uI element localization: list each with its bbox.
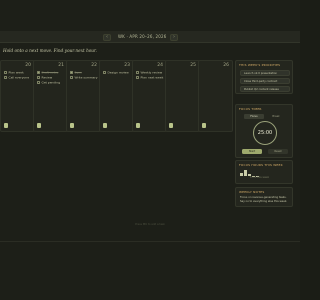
day-column[interactable]: 22 Sync Write summary xyxy=(66,60,101,132)
task-item[interactable]: Plan next week xyxy=(136,76,163,80)
priority-item[interactable]: Launch v2.0 presentation xyxy=(240,70,290,76)
focus-hours-bars xyxy=(240,169,260,176)
task-label: Draft notes xyxy=(41,70,59,75)
task-label: Plan next week xyxy=(140,75,164,80)
add-task-button[interactable] xyxy=(202,123,206,128)
task-item[interactable]: Plan week xyxy=(4,71,24,75)
task-checkbox[interactable] xyxy=(37,76,40,79)
day-column[interactable]: 20 Plan week Call everyone xyxy=(0,60,35,132)
focus-hours-bar xyxy=(240,172,243,176)
day-number: 26 xyxy=(223,63,229,68)
priority-item[interactable]: Close third-party contract xyxy=(240,78,290,84)
start-timer-button[interactable]: Start xyxy=(242,149,262,154)
task-label: Call everyone xyxy=(8,75,30,80)
focus-timer-panel: FOCUS TIMER Focus Break 25:00 Start Rese… xyxy=(235,104,293,158)
add-task-button[interactable] xyxy=(169,123,173,128)
day-number: 24 xyxy=(157,63,163,68)
focus-hours-hint: 6 hrs this week xyxy=(250,176,270,179)
task-checkbox[interactable] xyxy=(4,71,7,74)
day-column[interactable]: 26 xyxy=(198,60,233,132)
task-item[interactable]: Design review xyxy=(103,71,129,75)
task-label: Write summary xyxy=(74,75,98,80)
timer-ring: 25:00 xyxy=(253,121,277,145)
priorities-title: THIS WEEK'S PRIORITIES xyxy=(239,63,281,67)
task-item[interactable]: Write summary xyxy=(70,76,98,80)
task-item[interactable]: Sync xyxy=(70,71,82,75)
task-label: Plan week xyxy=(8,70,24,75)
day-column[interactable]: 23 Design review xyxy=(99,60,134,132)
task-checkbox[interactable] xyxy=(37,71,40,74)
day-column[interactable]: 25 xyxy=(165,60,200,132)
motivation-banner: Hold onto a next move. Find your next ho… xyxy=(0,46,300,56)
previous-week-button[interactable]: ‹ xyxy=(103,34,111,41)
add-task-button[interactable] xyxy=(37,123,41,128)
day-number: 25 xyxy=(190,63,196,68)
priorities-panel: THIS WEEK'S PRIORITIES Launch v2.0 prese… xyxy=(235,60,293,94)
task-checkbox[interactable] xyxy=(37,81,40,84)
day-number: 23 xyxy=(124,63,130,68)
task-item[interactable]: Get pending xyxy=(37,81,60,85)
add-task-button[interactable] xyxy=(136,123,140,128)
task-item[interactable]: Review xyxy=(37,76,52,80)
banner-message: Hold onto a next move. Find your next ho… xyxy=(3,48,97,53)
day-column[interactable]: 21 Draft notes Review Get pending xyxy=(33,60,68,132)
reset-timer-button[interactable]: Reset xyxy=(268,149,288,154)
weekly-notes-text[interactable]: Focus on revenue-generating tasks. Say n… xyxy=(240,196,290,203)
focus-hours-bar xyxy=(244,169,247,176)
week-range-label: WK · APR 20–26, 2026 xyxy=(118,34,167,39)
app-window: ‹ WK · APR 20–26, 2026 › Hold onto a nex… xyxy=(0,0,300,300)
mode-break-tab[interactable]: Break xyxy=(266,114,286,119)
focus-hours-panel: FOCUS HOURS THIS WEEK 6 hrs this week xyxy=(235,160,293,184)
add-task-button[interactable] xyxy=(4,123,8,128)
day-number: 20 xyxy=(25,63,31,68)
day-number: 21 xyxy=(58,63,64,68)
day-number: 22 xyxy=(91,63,97,68)
weekly-notes-title: WEEKLY NOTES xyxy=(239,190,265,194)
day-column[interactable]: 24 Weekly review Plan next week xyxy=(132,60,167,132)
task-label: Weekly review xyxy=(140,70,163,75)
next-week-button[interactable]: › xyxy=(170,34,178,41)
task-label: Design review xyxy=(107,70,129,75)
focus-hours-title: FOCUS HOURS THIS WEEK xyxy=(239,163,283,167)
task-item[interactable]: Call everyone xyxy=(4,76,29,80)
week-navigation-bar: ‹ WK · APR 20–26, 2026 › xyxy=(0,31,300,43)
task-checkbox[interactable] xyxy=(136,76,139,79)
add-task-button[interactable] xyxy=(103,123,107,128)
mode-focus-tab[interactable]: Focus xyxy=(244,114,264,119)
bottom-divider xyxy=(0,241,300,242)
focus-timer-title: FOCUS TIMER xyxy=(239,107,262,111)
add-task-button[interactable] xyxy=(70,123,74,128)
task-label: Get pending xyxy=(41,80,61,85)
task-checkbox[interactable] xyxy=(103,71,106,74)
task-checkbox[interactable] xyxy=(4,76,7,79)
task-checkbox[interactable] xyxy=(70,71,73,74)
task-item[interactable]: Weekly review xyxy=(136,71,162,75)
banner-muted-text: on your side xyxy=(60,49,79,53)
task-label: Review xyxy=(41,75,53,80)
task-checkbox[interactable] xyxy=(70,76,73,79)
week-board: 20 Plan week Call everyone 21 Draft notes Rev… xyxy=(0,60,233,132)
task-checkbox[interactable] xyxy=(136,71,139,74)
priority-item[interactable]: Publish Q2 content release xyxy=(240,86,290,92)
weekly-notes-panel: WEEKLY NOTES Focus on revenue-generating… xyxy=(235,187,293,207)
task-item[interactable]: Draft notes xyxy=(37,71,58,75)
timer-value: 25:00 xyxy=(257,130,273,136)
footer-hint: Press ⌘K to add a task xyxy=(135,223,165,226)
task-label: Sync xyxy=(74,70,82,75)
